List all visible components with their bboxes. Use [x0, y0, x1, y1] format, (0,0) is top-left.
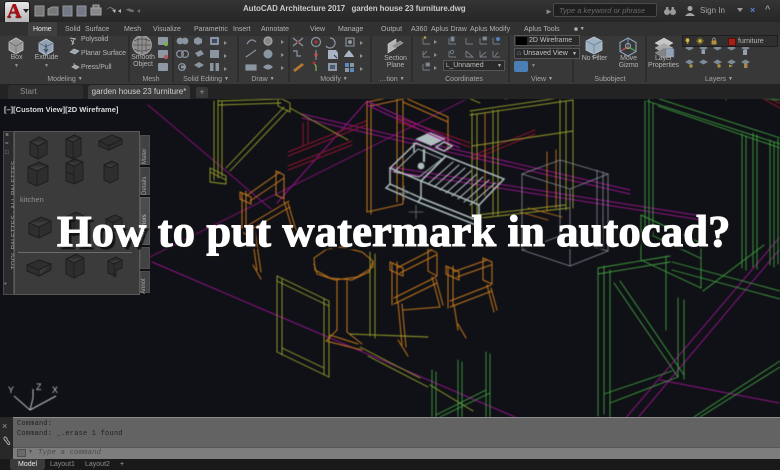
svg-text:X: X	[52, 385, 58, 395]
svg-text:Z: Z	[36, 382, 42, 392]
svg-text:Y: Y	[8, 385, 14, 395]
